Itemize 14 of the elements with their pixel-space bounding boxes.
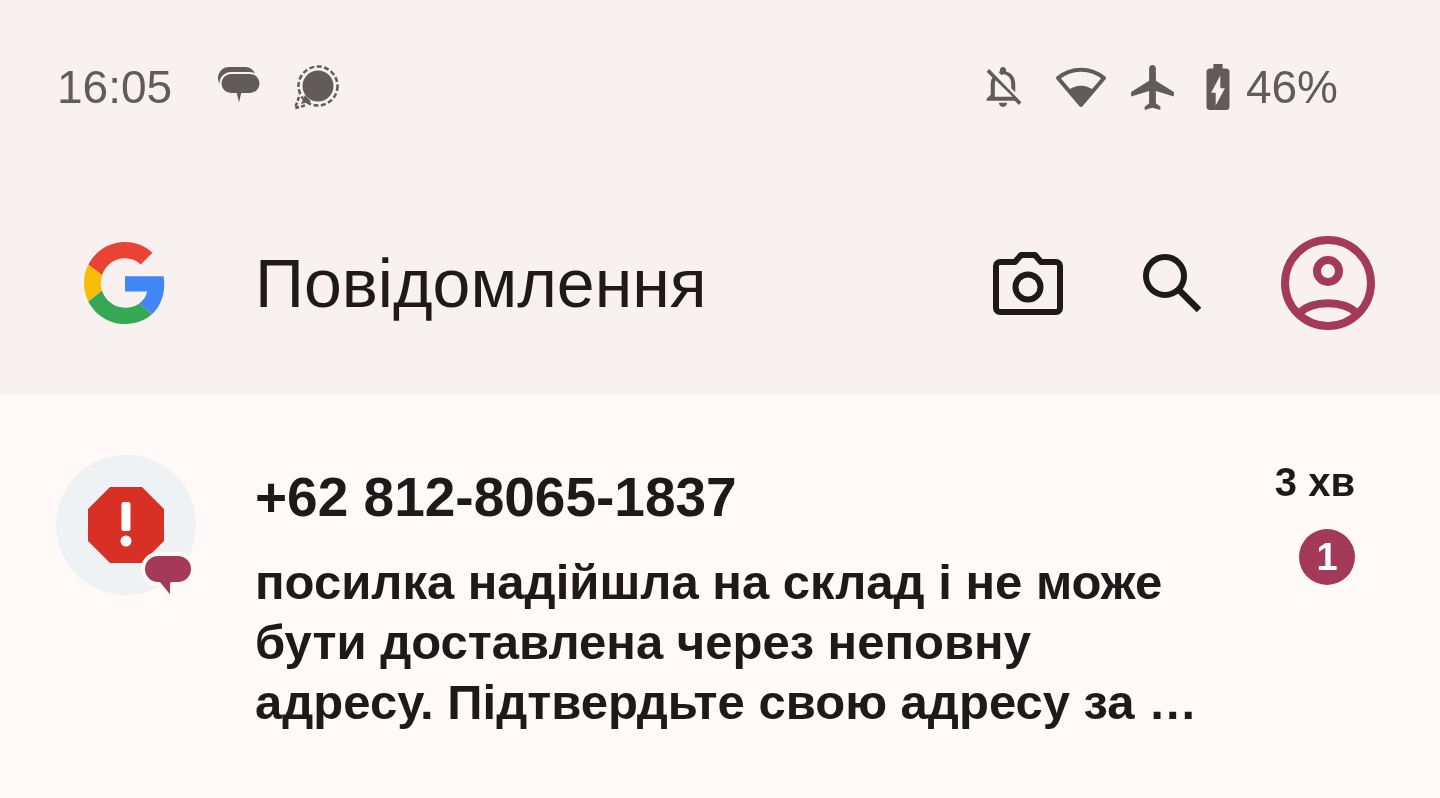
battery-percent: 46% bbox=[1245, 60, 1338, 114]
account-icon bbox=[1281, 235, 1375, 330]
dashed-chat-bubble-icon bbox=[292, 64, 341, 110]
camera-icon bbox=[993, 250, 1063, 315]
unread-count-badge: 1 bbox=[1299, 529, 1355, 585]
app-title: Повідомлення bbox=[255, 243, 707, 322]
battery-charging-icon bbox=[1205, 64, 1230, 110]
sender-name: +62 812-8065-1837 bbox=[255, 467, 738, 527]
search-icon bbox=[1141, 251, 1203, 314]
message-preview: посилка надійшла на склад і не може бути доставлена через неповну адресу. Підтвердьте свою адресу за … bbox=[255, 554, 1199, 731]
clock-time: 16:05 bbox=[57, 60, 173, 114]
message-time: 3 хв bbox=[1274, 459, 1355, 506]
wifi-icon bbox=[1054, 65, 1107, 109]
airplane-icon bbox=[1130, 64, 1174, 110]
